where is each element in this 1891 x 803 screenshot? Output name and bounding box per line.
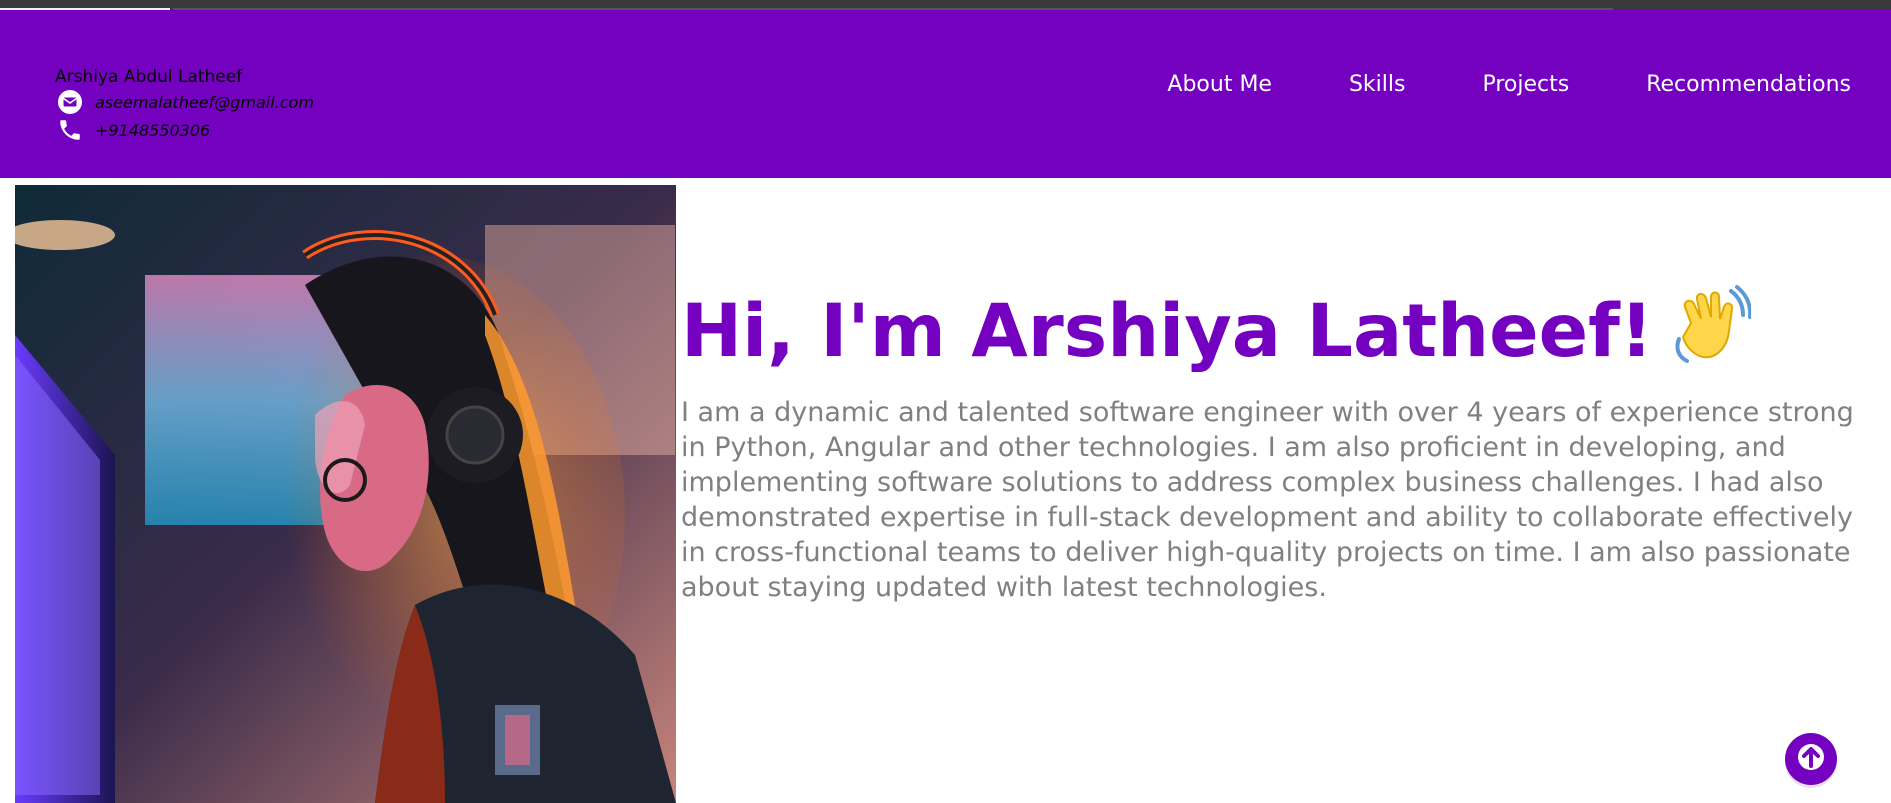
phone-row[interactable]: +9148550306	[55, 116, 314, 144]
site-header: Arshiya Abdul Latheef aseemalatheef@gmai…	[0, 10, 1891, 178]
nav-projects[interactable]: Projects	[1482, 70, 1569, 100]
owner-name: Arshiya Abdul Latheef	[55, 67, 243, 87]
profile-illustration	[15, 185, 676, 803]
nav-about-me[interactable]: About Me	[1167, 70, 1272, 100]
contact-block: Arshiya Abdul Latheef aseemalatheef@gmai…	[55, 66, 314, 144]
main-nav: About Me Skills Projects Recommendations	[1090, 70, 1851, 100]
browser-top-strip	[0, 0, 1891, 10]
arrow-up-icon	[1796, 742, 1826, 776]
hero-title: Hi, I'm Arshiya Latheef!	[681, 282, 1753, 389]
phone-number[interactable]: +9148550306	[95, 121, 210, 140]
envelope-icon	[55, 89, 85, 115]
email-row[interactable]: aseemalatheef@gmail.com	[55, 88, 314, 116]
nav-skills[interactable]: Skills	[1349, 70, 1406, 100]
phone-icon	[55, 117, 85, 143]
email-link[interactable]: aseemalatheef@gmail.com	[95, 93, 314, 112]
waving-hand-icon	[1671, 283, 1753, 389]
hero-title-text: Hi, I'm Arshiya Latheef!	[681, 289, 1654, 374]
scroll-to-top-button[interactable]	[1785, 733, 1837, 785]
bio-paragraph: I am a dynamic and talented software eng…	[681, 397, 1854, 603]
nav-recommendations[interactable]: Recommendations	[1646, 70, 1851, 100]
